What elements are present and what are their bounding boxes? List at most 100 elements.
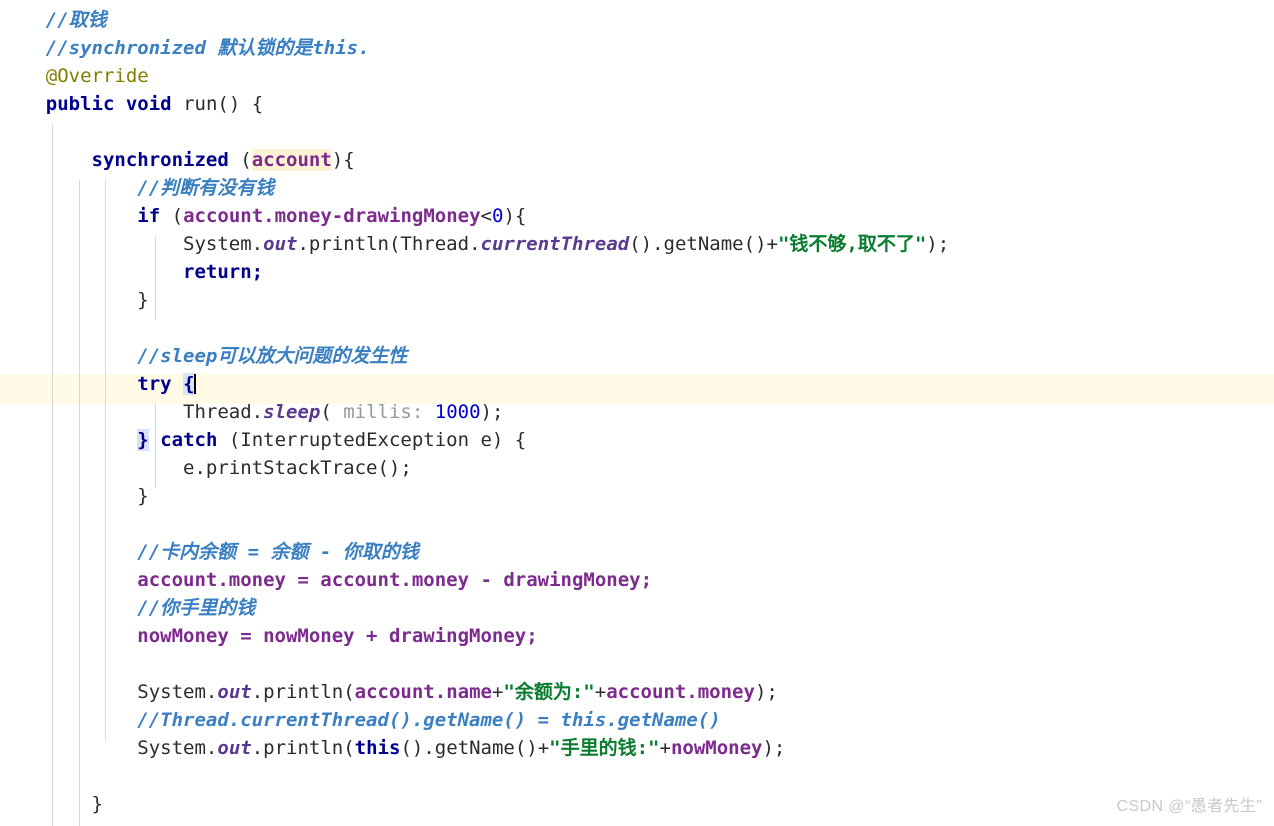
token-plus: + (537, 737, 550, 759)
token-class-thread: Thread (400, 233, 470, 255)
token-field-account: account (183, 205, 264, 227)
token-method-println: println( (263, 681, 355, 703)
token-getname-call: ().getName() (400, 737, 538, 759)
token-comment: //判断有没有钱 (137, 177, 275, 199)
token-class-system: System (137, 737, 206, 759)
code-line[interactable]: System.out.println(account.name+"余额为:"+a… (0, 678, 1274, 706)
code-line[interactable]: } (0, 482, 1274, 510)
code-line[interactable]: } (0, 790, 1274, 818)
token-dot: . (469, 233, 481, 255)
token-brace-close: } (91, 793, 103, 815)
token-static-sleep: sleep (263, 401, 321, 423)
token-paren: ){ (331, 149, 355, 171)
token-print-stack-trace: e.printStackTrace(); (183, 457, 412, 479)
token-string-balance-is: "余额为:" (503, 681, 595, 703)
token-dot: . (251, 681, 264, 703)
code-line[interactable]: return; (0, 258, 1274, 286)
token-lock-object: account (251, 149, 332, 171)
token-keyword-try: try (137, 373, 172, 395)
token-operator-minus: - (331, 205, 344, 227)
token-class-system: System (137, 681, 206, 703)
code-line[interactable]: nowMoney = nowMoney + drawingMoney; (0, 622, 1274, 650)
token-field-nowmoney: nowMoney (670, 737, 763, 759)
token-keyword-return: return; (183, 261, 264, 283)
code-line[interactable]: synchronized (account){ (0, 146, 1274, 174)
code-line[interactable]: //Thread.currentThread().getName() = thi… (0, 706, 1274, 734)
code-line[interactable]: System.out.println(this().getName()+"手里的… (0, 734, 1274, 762)
token-brace-close: } (137, 289, 149, 311)
token-dot: . (205, 737, 218, 759)
code-line[interactable]: public void run() { (0, 90, 1274, 118)
code-line[interactable]: @Override (0, 62, 1274, 90)
token-plus: + (594, 681, 607, 703)
code-line[interactable]: //synchronized 默认锁的是this. (0, 34, 1274, 62)
token-assign-account-money: account.money = account.money - drawingM… (137, 569, 653, 591)
code-line[interactable]: e.printStackTrace(); (0, 454, 1274, 482)
code-line[interactable]: } (0, 286, 1274, 314)
code-content[interactable]: //取钱 //synchronized 默认锁的是this. @Override… (0, 0, 1274, 818)
token-annotation: @Override (45, 65, 149, 87)
token-static-out: out (217, 737, 252, 759)
token-comment: //卡内余额 = 余额 - 你取的钱 (137, 541, 419, 563)
token-comment: //synchronized 默认锁的是this. (45, 37, 370, 59)
code-line-blank[interactable] (0, 762, 1274, 790)
token-keyword-void: void (125, 93, 172, 115)
code-line[interactable]: System.out.println(Thread.currentThread(… (0, 230, 1274, 258)
token-getname-call: ().getName() (629, 233, 767, 255)
token-class-thread: Thread (183, 401, 252, 423)
token-paren: ){ (503, 205, 527, 227)
code-line[interactable]: account.money = account.money - drawingM… (0, 566, 1274, 594)
token-class-system: System (183, 233, 252, 255)
code-line[interactable]: //卡内余额 = 余额 - 你取的钱 (0, 538, 1274, 566)
code-line-current[interactable]: try { (0, 370, 1274, 398)
token-paren: ( (228, 149, 252, 171)
token-number-1000: 1000 (434, 401, 481, 423)
token-field-account: account (606, 681, 687, 703)
token-method-println: println( (308, 233, 401, 255)
csdn-watermark: CSDN @“愚者先生” (1116, 798, 1262, 815)
token-comment: //sleep可以放大问题的发生性 (137, 345, 408, 367)
code-line[interactable]: //判断有没有钱 (0, 174, 1274, 202)
token-assign-nowmoney: nowMoney = nowMoney + drawingMoney; (137, 625, 538, 647)
token-plus: + (659, 737, 671, 759)
code-line[interactable]: //你手里的钱 (0, 594, 1274, 622)
token-comment: //你手里的钱 (137, 597, 256, 619)
token-paren: ( (160, 205, 184, 227)
token-dot: . (297, 233, 309, 255)
token-static-out: out (263, 233, 298, 255)
token-method-println: println( (263, 737, 355, 759)
token-dot: . (251, 737, 264, 759)
token-comment: //Thread.currentThread().getName() = thi… (137, 709, 721, 731)
token-dot: . (205, 681, 218, 703)
code-line[interactable]: //取钱 (0, 6, 1274, 34)
text-caret (193, 374, 196, 394)
token-number-zero: 0 (491, 205, 504, 227)
token-stmt-end: ); (926, 233, 950, 255)
token-dot: . (251, 233, 264, 255)
code-line[interactable]: } catch (InterruptedException e) { (0, 426, 1274, 454)
token-field-drawingmoney: drawingMoney (343, 205, 481, 227)
code-line-blank[interactable] (0, 510, 1274, 538)
token-keyword-this: this (354, 737, 401, 759)
token-brace-close: } (137, 485, 149, 507)
token-method-run: run() { (183, 93, 264, 115)
token-keyword-synchronized: synchronized (91, 149, 229, 171)
token-field-account: account (354, 681, 435, 703)
token-brace-close-matched: } (137, 429, 149, 451)
token-string-not-enough: "钱不够,取不了" (777, 233, 927, 255)
token-dot: . (251, 401, 264, 423)
token-field-name: name (446, 681, 492, 703)
code-line[interactable]: if (account.money-drawingMoney<0){ (0, 202, 1274, 230)
token-stmt-end: ); (762, 737, 786, 759)
code-line-blank[interactable] (0, 118, 1274, 146)
code-line[interactable]: //sleep可以放大问题的发生性 (0, 342, 1274, 370)
token-field-money: money (274, 205, 332, 227)
token-static-out: out (217, 681, 252, 703)
code-line[interactable]: Thread.sleep( millis: 1000); (0, 398, 1274, 426)
token-stmt-end: ); (480, 401, 504, 423)
code-line-blank[interactable] (0, 314, 1274, 342)
token-stmt-end: ); (754, 681, 778, 703)
code-editor-view[interactable]: //取钱 //synchronized 默认锁的是this. @Override… (0, 0, 1274, 826)
code-line-blank[interactable] (0, 650, 1274, 678)
token-keyword-if: if (137, 205, 161, 227)
